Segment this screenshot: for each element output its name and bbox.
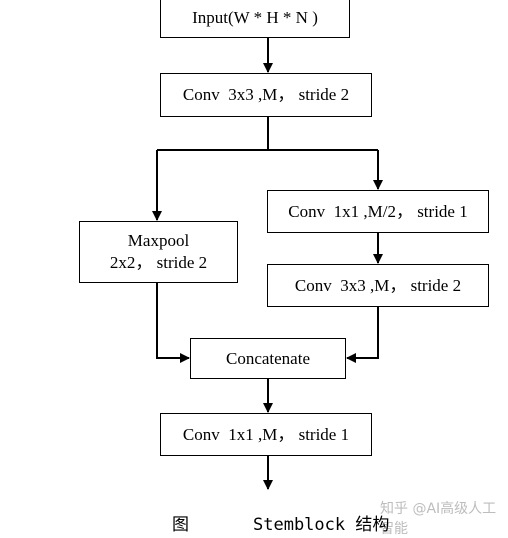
caption-title: Stemblock 结构 bbox=[253, 515, 390, 535]
conv-3x3-branch-node: Conv 3x3 ,M， stride 2 bbox=[267, 264, 489, 307]
conv-1x1-half-node: Conv 1x1 ,M/2， stride 1 bbox=[267, 190, 489, 233]
conv-1x1-output-node: Conv 1x1 ,M， stride 1 bbox=[160, 413, 372, 456]
maxpool-node: Maxpool 2x2， stride 2 bbox=[79, 221, 238, 283]
arrow-conv3-to-concat bbox=[346, 307, 379, 363]
input-node: Input(W * H * N ) bbox=[160, 0, 350, 38]
arrow-maxpool-to-concat bbox=[156, 283, 190, 363]
concatenate-node: Concatenate bbox=[190, 338, 346, 379]
caption-figure-label: 图 bbox=[172, 515, 189, 535]
figure-caption: 图 Stemblock 结构 bbox=[0, 508, 508, 535]
conv-3x3-stride2-node: Conv 3x3 ,M， stride 2 bbox=[160, 73, 372, 117]
